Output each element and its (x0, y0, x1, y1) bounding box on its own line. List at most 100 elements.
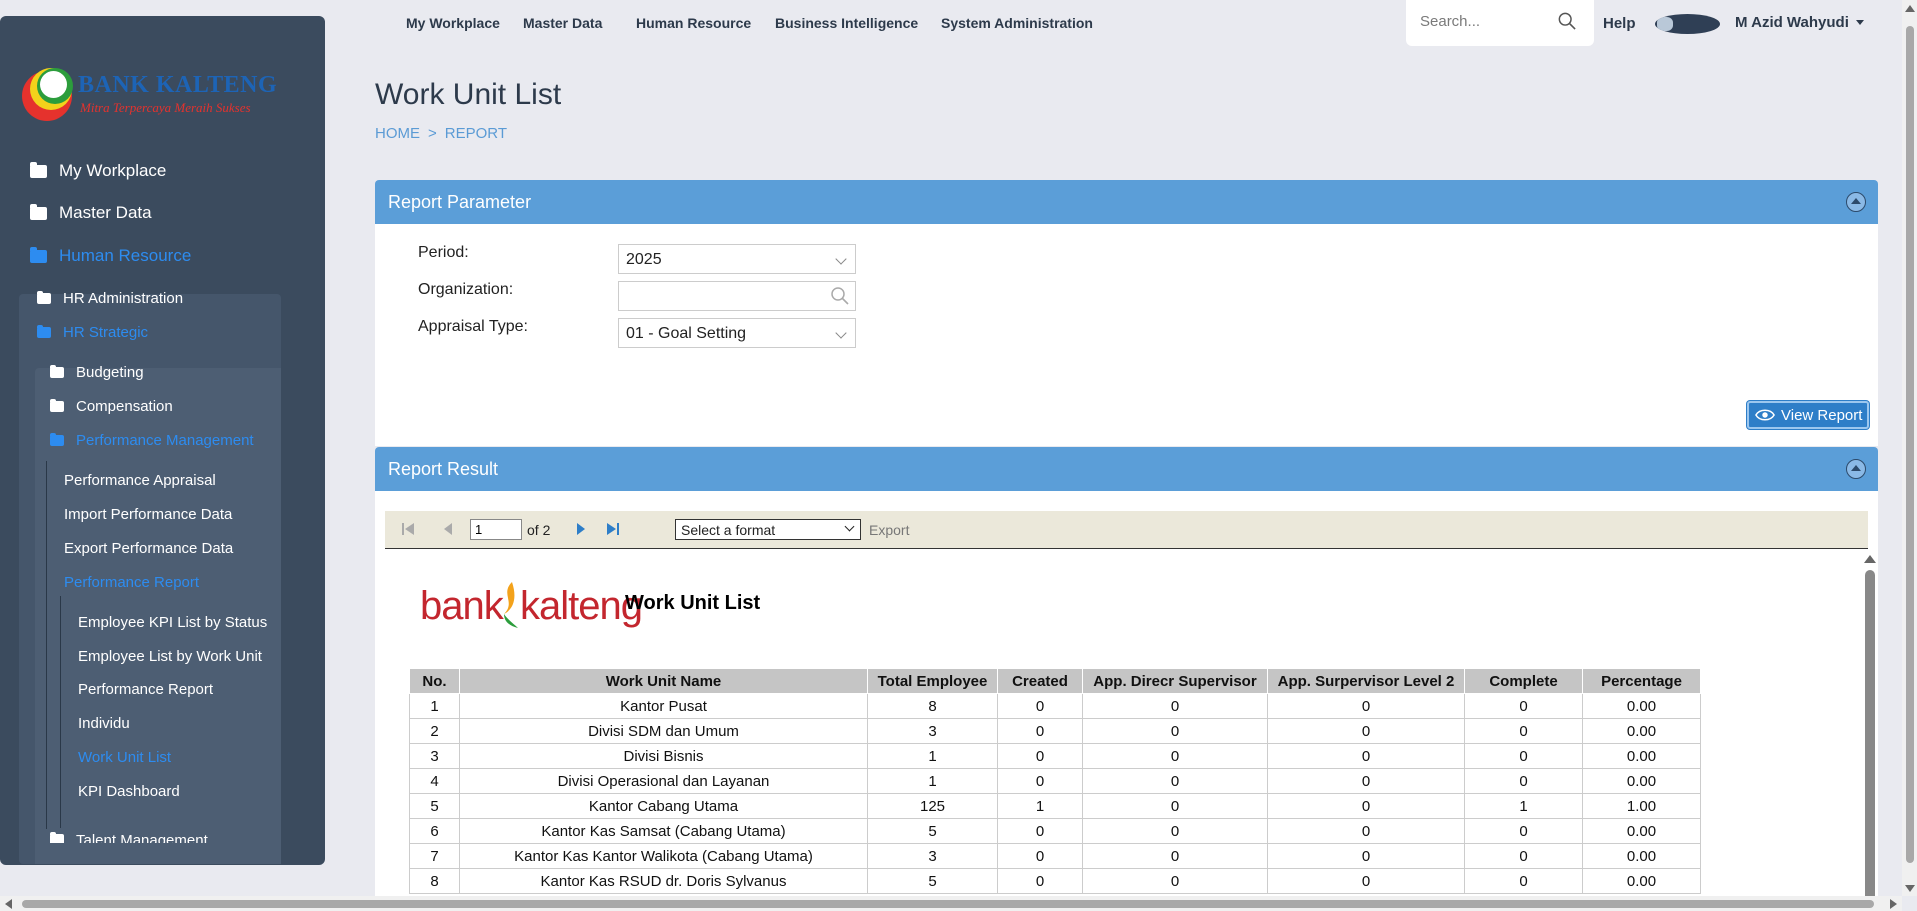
table-cell: Divisi Operasional dan Layanan (459, 768, 868, 794)
report-viewer-toolbar: of 2 Select a format Export (385, 511, 1868, 549)
page-number-input[interactable] (470, 519, 522, 540)
scrollbar-thumb[interactable] (1906, 26, 1914, 863)
user-name[interactable]: M Azid Wahyudi (1735, 14, 1849, 31)
help-link[interactable]: Help (1603, 15, 1636, 32)
export-link[interactable]: Export (869, 522, 909, 538)
previous-page-icon[interactable] (440, 521, 456, 537)
avatar[interactable] (1655, 14, 1720, 34)
view-report-button[interactable]: View Report (1747, 401, 1869, 429)
page-title: Work Unit List (375, 78, 562, 111)
breadcrumb-home[interactable]: HOME (375, 125, 420, 142)
report-parameter-header[interactable]: Report Parameter (375, 180, 1878, 224)
sidebar-item-human-resource[interactable]: Human Resource (30, 246, 191, 266)
column-header: Percentage (1582, 668, 1701, 694)
table-row: 6 Kantor Kas Samsat (Cabang Utama) 5 0 0 0 0 0.… (409, 818, 1701, 844)
table-row: 8 Kantor Kas RSUD dr. Doris Sylvanus 5 0 0 0 0… (409, 868, 1701, 894)
appraisal-type-select[interactable]: 01 - Goal Setting (618, 318, 856, 348)
scrollbar-thumb[interactable] (22, 900, 1874, 908)
search-icon[interactable] (830, 286, 850, 306)
sidebar-item-import-performance-data[interactable]: Import Performance Data (64, 506, 232, 523)
sidebar-item-budgeting[interactable]: Budgeting (50, 364, 144, 381)
breadcrumb-report[interactable]: REPORT (445, 125, 507, 142)
last-page-icon[interactable] (605, 521, 621, 537)
search-input[interactable] (1420, 13, 1550, 30)
sidebar-item-employee-list-by-work-unit[interactable]: Employee List by Work Unit (78, 648, 262, 665)
report-result-body: of 2 Select a format Export bank kalteng… (375, 491, 1878, 911)
table-cell: 0 (1267, 718, 1465, 744)
table-row: 4 Divisi Operasional dan Layanan 1 0 0 0 0 0.00 (409, 768, 1701, 794)
sidebar-item-hr-strategic[interactable]: HR Strategic (37, 324, 148, 341)
first-page-icon[interactable] (400, 521, 416, 537)
appraisal-type-value: 01 - Goal Setting (626, 325, 747, 342)
table-cell: Kantor Kas Samsat (Cabang Utama) (459, 818, 868, 844)
table-cell: 3 (409, 743, 460, 769)
report-result-header[interactable]: Report Result (375, 447, 1878, 491)
topnav-business-intelligence[interactable]: Business Intelligence (775, 15, 918, 31)
sidebar-item-employee-kpi-list-by-status[interactable]: Employee KPI List by Status (78, 614, 267, 631)
chevron-down-icon (844, 521, 855, 532)
work-unit-table: No. Work Unit Name Total Employee Create… (409, 668, 1701, 894)
sidebar-item-my-workplace[interactable]: My Workplace (30, 161, 166, 181)
folder-icon (50, 832, 64, 843)
scroll-up-icon[interactable] (1864, 555, 1876, 563)
table-cell: 0 (1082, 718, 1268, 744)
topnav-master-data[interactable]: Master Data (523, 15, 602, 31)
sidebar-item-compensation[interactable]: Compensation (50, 398, 173, 415)
sidebar-item-work-unit-list[interactable]: Work Unit List (78, 749, 171, 766)
sidebar-item-performance-report[interactable]: Performance Report (64, 574, 199, 591)
report-page: bank kalteng Work Unit List No. Work Uni… (385, 550, 1876, 911)
folder-icon (37, 291, 51, 304)
scroll-left-icon[interactable] (5, 899, 12, 909)
next-page-icon[interactable] (573, 521, 589, 537)
organization-field[interactable] (618, 281, 856, 311)
period-select[interactable]: 2025 (618, 244, 856, 274)
table-cell: 0 (1082, 843, 1268, 869)
scroll-up-icon[interactable] (1905, 5, 1915, 12)
scroll-down-icon[interactable] (1905, 885, 1915, 892)
logo-name: BANK KALTENG (78, 72, 278, 98)
export-format-select[interactable]: Select a format (675, 519, 861, 540)
table-cell: 0 (1082, 793, 1268, 819)
collapse-icon[interactable] (1846, 192, 1866, 212)
table-row: 3 Divisi Bisnis 1 0 0 0 0 0.00 (409, 743, 1701, 769)
table-cell: 5 (867, 818, 998, 844)
page-horizontal-scrollbar[interactable] (0, 896, 1902, 911)
table-cell: 1 (997, 793, 1083, 819)
bank-kalteng-logo[interactable]: BANK KALTENG Mitra Terpercaya Meraih Suk… (20, 54, 290, 124)
table-cell: 0 (997, 868, 1083, 894)
sidebar-item-export-performance-data[interactable]: Export Performance Data (64, 540, 233, 557)
scrollbar-thumb[interactable] (1865, 570, 1875, 911)
chevron-down-icon[interactable] (1856, 20, 1864, 25)
collapse-icon[interactable] (1846, 459, 1866, 479)
search-icon[interactable] (1558, 12, 1576, 30)
table-cell: 0 (1267, 693, 1465, 719)
table-cell: 0 (1464, 768, 1583, 794)
sidebar-item-label: Human Resource (59, 246, 192, 265)
folder-icon (50, 365, 64, 378)
folder-icon (30, 161, 47, 178)
sidebar-item-performance-management[interactable]: Performance Management (50, 432, 254, 449)
sidebar-item-performance-report-2[interactable]: Performance Report (78, 681, 213, 698)
sidebar-item-master-data[interactable]: Master Data (30, 203, 152, 223)
column-header: No. (409, 668, 460, 694)
sidebar-item-talent-management[interactable]: Talent Management (50, 832, 208, 843)
table-row: 1 Kantor Pusat 8 0 0 0 0 0.00 (409, 693, 1701, 719)
table-cell: 0 (1464, 843, 1583, 869)
sidebar-item-kpi-dashboard[interactable]: KPI Dashboard (78, 783, 180, 800)
sidebar-item-individu[interactable]: Individu (78, 715, 130, 732)
sidebar-item-hr-administration[interactable]: HR Administration (37, 290, 183, 307)
view-report-label: View Report (1781, 406, 1863, 424)
scroll-right-icon[interactable] (1890, 899, 1897, 909)
page-vertical-scrollbar[interactable] (1902, 0, 1917, 896)
sidebar-item-performance-appraisal[interactable]: Performance Appraisal (64, 472, 216, 489)
period-label: Period: (418, 244, 469, 261)
breadcrumb-separator: > (428, 125, 437, 142)
report-scrollbar[interactable] (1863, 550, 1876, 911)
sidebar-item-label: Talent Management (76, 832, 208, 843)
topnav-my-workplace[interactable]: My Workplace (406, 15, 500, 31)
topnav-system-administration[interactable]: System Administration (941, 15, 1093, 31)
table-cell: 1 (1464, 793, 1583, 819)
table-cell: 7 (409, 843, 460, 869)
topnav-human-resource[interactable]: Human Resource (636, 15, 751, 31)
table-cell: 3 (867, 843, 998, 869)
